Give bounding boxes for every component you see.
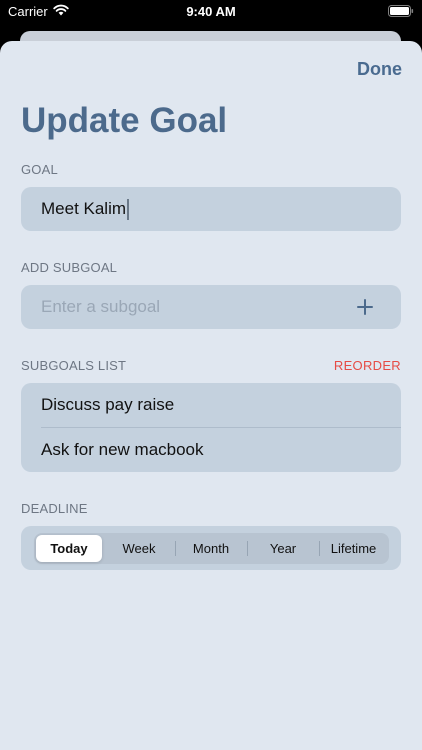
subgoal-input[interactable] <box>41 285 341 329</box>
segment-year[interactable]: Year <box>248 535 318 562</box>
goal-field[interactable]: Meet Kalim <box>21 187 401 231</box>
segment-lifetime[interactable]: Lifetime <box>320 535 387 562</box>
done-button[interactable]: Done <box>357 59 402 80</box>
segment-week[interactable]: Week <box>104 535 174 562</box>
segment-month[interactable]: Month <box>176 535 246 562</box>
subgoal-item-text: Discuss pay raise <box>41 395 175 414</box>
list-item[interactable]: Ask for new macbook <box>21 428 401 472</box>
add-subgoal-field <box>21 285 401 329</box>
subgoals-list: Discuss pay raise Ask for new macbook <box>21 383 401 472</box>
deadline-field: Today Week Month Year Lifetime <box>21 526 401 570</box>
status-bar: Carrier 9:40 AM <box>0 0 422 24</box>
goal-section-label: GOAL <box>21 162 58 177</box>
add-subgoal-button[interactable] <box>355 297 375 317</box>
deadline-section-label: DEADLINE <box>21 501 88 516</box>
plus-icon <box>357 299 373 315</box>
battery-icon <box>388 5 414 20</box>
goal-field-text[interactable]: Meet Kalim <box>41 187 130 231</box>
segment-today[interactable]: Today <box>36 535 102 562</box>
page-title: Update Goal <box>21 101 228 140</box>
text-caret <box>127 199 130 221</box>
add-subgoal-section-label: ADD SUBGOAL <box>21 260 118 275</box>
goal-value: Meet Kalim <box>41 199 127 218</box>
list-item[interactable]: Discuss pay raise <box>21 383 401 428</box>
reorder-button[interactable]: REORDER <box>334 358 401 373</box>
subgoals-section-label: SUBGOALS LIST <box>21 358 127 373</box>
update-goal-sheet: Done Update Goal GOAL Meet Kalim ADD SUB… <box>0 41 422 750</box>
status-time: 9:40 AM <box>186 4 236 19</box>
subgoal-item-text: Ask for new macbook <box>41 440 204 459</box>
deadline-segmented-control: Today Week Month Year Lifetime <box>34 533 389 564</box>
